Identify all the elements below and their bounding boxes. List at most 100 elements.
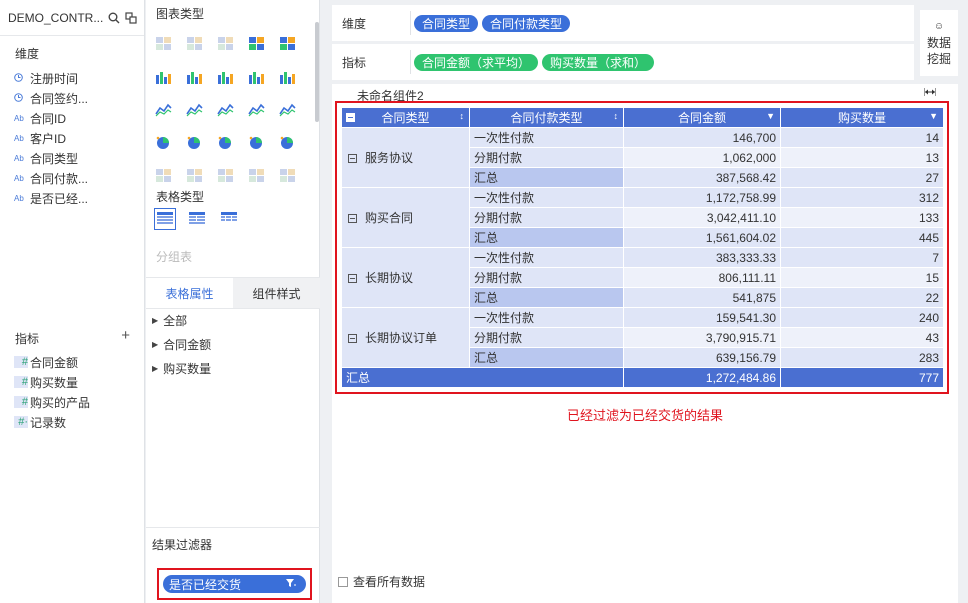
text-type-icon: Ab (14, 173, 24, 183)
dimension-field[interactable]: 注册时间 (0, 68, 145, 88)
filter-icon[interactable] (286, 577, 296, 591)
collapse-icon[interactable] (348, 154, 357, 164)
field-label: 记录数 (30, 415, 67, 430)
header-contract-amount[interactable]: 合同金额 ▼ (623, 107, 781, 128)
metric-pill-purchase-qty[interactable]: 购买数量（求和） (542, 53, 655, 71)
heatmap-icon[interactable] (278, 32, 297, 51)
number-type-icon: #· (14, 416, 28, 428)
collapse-icon[interactable] (348, 334, 357, 344)
radar-icon[interactable] (216, 98, 235, 117)
scrollbar[interactable] (315, 22, 319, 122)
dimension-field[interactable]: 合同签约... (0, 88, 145, 108)
number-type-icon: # (14, 396, 28, 408)
dropdown-icon[interactable]: ▼ (929, 111, 938, 121)
payment-type-cell: 分期付款 (469, 207, 624, 228)
grouped-bar-icon[interactable] (185, 65, 204, 84)
word-cloud-icon[interactable] (278, 164, 297, 183)
dimension-field[interactable]: Ab 合同ID (0, 108, 145, 128)
header-purchase-qty[interactable]: 购买数量 ▼ (780, 107, 944, 128)
table-number-icon[interactable] (154, 32, 173, 51)
metric-field[interactable]: # 购买数量 (0, 372, 145, 392)
header-payment-type[interactable]: 合同付款类型 ↕ (469, 107, 624, 128)
flow-icon[interactable] (185, 164, 204, 183)
table-row: 长期协议 一次性付款 383,333.33 7 (341, 247, 944, 308)
heat-table-icon[interactable] (185, 32, 204, 51)
field-label: 客户ID (30, 131, 67, 146)
metric-shelf[interactable]: 指标 合同金额（求平均） 购买数量（求和） (332, 44, 914, 80)
view-all-checkbox[interactable] (338, 576, 348, 587)
add-metric-icon[interactable]: + (121, 327, 130, 347)
dropdown-icon[interactable]: ▼ (766, 111, 775, 121)
grand-total-row: 汇总 1,272,484.86 777 (341, 367, 944, 388)
group-table-icon[interactable] (186, 208, 208, 230)
header-contract-type[interactable]: 合同类型 ↕ (341, 107, 470, 128)
dot-matrix-icon[interactable] (216, 32, 235, 51)
dimension-shelf[interactable]: 维度 合同类型 合同付款类型 (332, 5, 914, 41)
amount-cell: 1,172,758.99 (623, 187, 781, 208)
table-type-title: 表格类型 (156, 190, 205, 204)
color-block-icon[interactable] (247, 32, 266, 51)
table-header-row: 合同类型 ↕ 合同付款类型 ↕ 合同金额 ▼ 购买数量 ▼ (341, 107, 944, 128)
line-chart-icon[interactable] (247, 98, 266, 117)
rose-pie-icon[interactable] (247, 131, 266, 150)
cross-table-icon[interactable] (154, 208, 176, 230)
multi-bar-icon[interactable] (216, 65, 235, 84)
amount-cell: 383,333.33 (623, 247, 781, 268)
group-header-cell[interactable]: 服务协议 (341, 127, 470, 188)
group-header-cell[interactable]: 长期协议订单 (341, 307, 470, 368)
amount-cell: 1,062,000 (623, 147, 781, 168)
table-type-options (154, 208, 240, 230)
dimension-field[interactable]: Ab 是否已经... (0, 188, 145, 208)
view-all-data[interactable]: 查看所有数据 (338, 573, 425, 590)
tab-table-properties[interactable]: 表格属性 (146, 278, 233, 308)
horizontal-bar-icon[interactable] (247, 65, 266, 84)
cross-line-icon[interactable] (185, 98, 204, 117)
metrics-title: 指标 (15, 332, 40, 346)
expand-width-icon[interactable] (923, 88, 937, 99)
dimension-field[interactable]: Ab 合同付款... (0, 168, 145, 188)
stacked-bar-icon[interactable] (154, 65, 173, 84)
dimension-field[interactable]: Ab 合同类型 (0, 148, 145, 168)
funnel-icon[interactable] (278, 131, 297, 150)
amount-cell: 639,156.79 (623, 347, 781, 368)
area-line-icon[interactable] (154, 98, 173, 117)
field-label: 购买的产品 (30, 395, 91, 410)
dimension-field[interactable]: Ab 客户ID (0, 128, 145, 148)
search-icon[interactable] (107, 11, 121, 25)
tab-component-style[interactable]: 组件样式 (233, 278, 320, 308)
property-purchase-qty[interactable]: ▶ 购买数量 (146, 356, 320, 380)
point-map-icon[interactable] (154, 164, 173, 183)
collapse-all-icon[interactable] (346, 113, 355, 122)
group-header-cell[interactable]: 长期协议 (341, 247, 470, 308)
sort-icon[interactable]: ↕ (460, 111, 465, 121)
relation-icon[interactable] (216, 164, 235, 183)
metric-field[interactable]: # 购买的产品 (0, 392, 145, 412)
property-all[interactable]: ▶ 全部 (146, 308, 320, 332)
qty-cell: 13 (780, 147, 944, 168)
sort-icon[interactable]: ↕ (614, 111, 619, 121)
group-table: 合同类型 ↕ 合同付款类型 ↕ 合同金额 ▼ 购买数量 ▼ 服务协议 一次性付款 146,7… (341, 107, 944, 388)
step-line-icon[interactable] (278, 65, 297, 84)
detail-table-icon[interactable] (218, 208, 240, 230)
result-filter-pill[interactable]: 是否已经交货 (163, 575, 306, 593)
property-contract-amount[interactable]: ▶ 合同金额 (146, 332, 320, 356)
dimension-pill-payment-type[interactable]: 合同付款类型 (482, 14, 571, 32)
bubble-ring-icon[interactable] (185, 131, 204, 150)
switch-dataset-icon[interactable] (124, 11, 138, 25)
metric-field[interactable]: # 合同金额 (0, 352, 145, 372)
collapse-icon[interactable] (348, 274, 357, 284)
dimension-pill-contract-type[interactable]: 合同类型 (414, 14, 479, 32)
dimensions-title: 维度 (15, 47, 40, 61)
pie-icon[interactable] (216, 131, 235, 150)
metric-field[interactable]: #· 记录数 (0, 412, 145, 432)
combo-bar-icon[interactable] (278, 98, 297, 117)
group-header-cell[interactable]: 购买合同 (341, 187, 470, 248)
data-mining-button[interactable]: ☺ 数据 挖掘 (920, 10, 958, 76)
scatter-icon[interactable] (154, 131, 173, 150)
collapse-icon[interactable] (348, 214, 357, 224)
treemap-icon[interactable] (247, 164, 266, 183)
chart-config-panel: 图表类型 表格类型 分组表 表格属性 组件样式 ▶ 全部 ▶ 合同金额 ▶ 购买数量 … (146, 0, 320, 603)
qty-cell: 283 (780, 347, 944, 368)
metric-pill-contract-amount[interactable]: 合同金额（求平均） (414, 53, 539, 71)
dataset-name[interactable]: DEMO_CONTR... (8, 11, 104, 25)
